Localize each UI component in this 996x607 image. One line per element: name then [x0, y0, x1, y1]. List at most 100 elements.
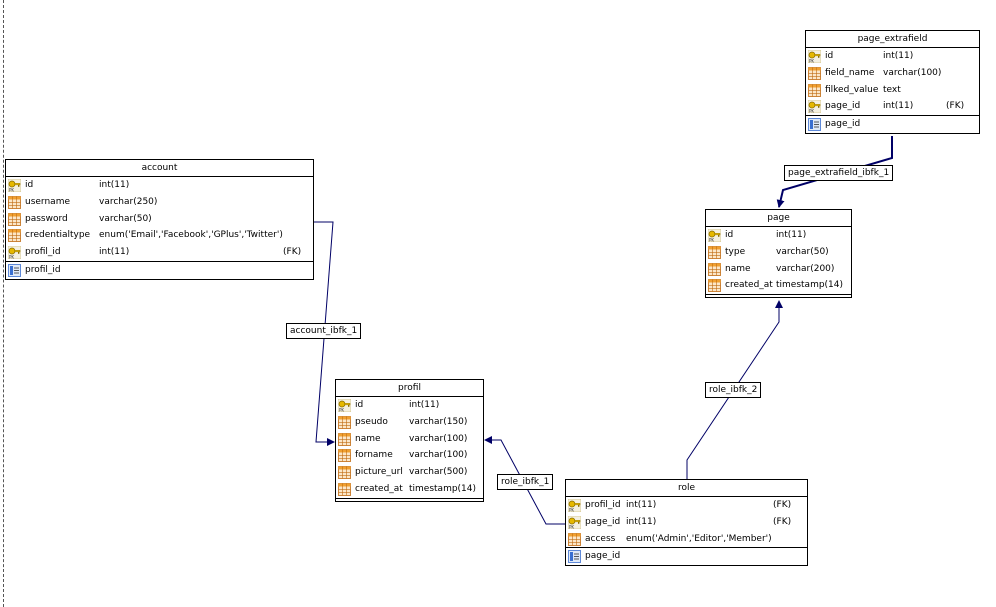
- column-row[interactable]: field_name varchar(100): [806, 65, 979, 82]
- key-icon: PK: [567, 498, 582, 513]
- column-type: int(11): [883, 51, 914, 61]
- column-type: enum('Admin','Editor','Member'): [626, 533, 772, 544]
- column-type: int(11): [409, 400, 440, 410]
- column-icon: [8, 212, 21, 226]
- column-icon: [338, 466, 351, 480]
- column-type: varchar(100): [883, 67, 942, 78]
- index-name: page_id: [825, 119, 861, 130]
- relation-label-account-ibfk-1[interactable]: account_ibfk_1: [286, 323, 362, 339]
- column-row[interactable]: username varchar(250): [6, 194, 313, 211]
- column-icon: [8, 195, 21, 209]
- column-row[interactable]: PK profil_id int(11) (FK): [566, 497, 807, 514]
- column-type: varchar(500): [409, 467, 468, 478]
- key-icon: PK: [807, 100, 822, 114]
- table-role[interactable]: role PK profil_id int(11) (FK) PK page_id int(1…: [565, 479, 808, 567]
- key-icon: PK: [337, 398, 352, 413]
- relation-label-role-ibfk-2[interactable]: role_ibfk_2: [705, 382, 762, 398]
- column-row[interactable]: type varchar(50): [706, 244, 851, 261]
- column-row[interactable]: credentialtype enum('Email','Facebook','G…: [6, 227, 313, 244]
- column-icon: [338, 449, 351, 463]
- column-name: page_id: [585, 516, 621, 527]
- column-type: varchar(50): [776, 246, 829, 257]
- column-row[interactable]: name varchar(200): [706, 261, 851, 278]
- index-list: page_id: [806, 116, 979, 133]
- column-name: field_name: [825, 67, 875, 78]
- table-page[interactable]: page PK id int(11) type varchar(50) name varcha…: [705, 209, 852, 299]
- column-row[interactable]: PK profil_id int(11) (FK): [6, 244, 313, 261]
- column-row[interactable]: access enum('Admin','Editor','Member'): [566, 531, 807, 548]
- column-type: int(11): [776, 230, 807, 240]
- column-row[interactable]: PK id int(11): [6, 177, 313, 194]
- column-row[interactable]: name varchar(100): [336, 431, 483, 448]
- column-name: id: [25, 180, 34, 190]
- column-icon: [338, 432, 351, 446]
- column-type: varchar(100): [409, 433, 468, 444]
- column-type: int(11): [99, 247, 130, 258]
- table-page-extrafield[interactable]: page_extrafield PK id int(11) field_name varc…: [805, 30, 980, 134]
- column-icon: [808, 83, 821, 97]
- column-type: enum('Email','Facebook','GPlus','Twitter…: [99, 230, 283, 241]
- column-row[interactable]: password varchar(50): [6, 211, 313, 228]
- foreign-key-flag: (FK): [773, 500, 792, 510]
- column-name: type: [725, 246, 746, 257]
- index-row[interactable]: page_id: [566, 548, 807, 565]
- index-row[interactable]: profil_id: [6, 262, 313, 279]
- index-row[interactable]: page_id: [806, 116, 979, 133]
- column-name: profil_id: [25, 247, 61, 258]
- column-icon: [808, 66, 821, 80]
- svg-text:PK: PK: [709, 238, 714, 243]
- column-list: PK id int(11) field_name varchar(100) filked_…: [806, 48, 979, 117]
- column-row[interactable]: created_at timestamp(14): [336, 481, 483, 498]
- relation-label-role-ibfk-1[interactable]: role_ibfk_1: [497, 474, 554, 490]
- foreign-key-flag: (FK): [946, 101, 965, 112]
- column-row[interactable]: PK id int(11): [336, 397, 483, 414]
- column-type: timestamp(14): [776, 280, 844, 291]
- column-row[interactable]: picture_url varchar(500): [336, 464, 483, 481]
- column-list: PK id int(11) pseudo varchar(150) name varchar…: [336, 397, 483, 499]
- column-name: username: [25, 196, 70, 207]
- table-profil[interactable]: profil PK id int(11) pseudo varchar(150) name v…: [335, 379, 484, 502]
- column-type: timestamp(14): [409, 483, 477, 494]
- column-name: name: [725, 263, 751, 274]
- column-type: varchar(150): [409, 416, 468, 427]
- key-icon: PK: [707, 228, 722, 243]
- column-type: int(11): [626, 500, 657, 510]
- relation-label-page-extrafield-ibfk-1[interactable]: page_extrafield_ibfk_1: [784, 165, 894, 181]
- column-icon: [708, 245, 721, 259]
- column-name: created_at: [355, 483, 403, 494]
- column-name: password: [25, 213, 68, 224]
- column-row[interactable]: PK id int(11): [806, 48, 979, 65]
- index-list: page_id: [566, 548, 807, 565]
- column-row[interactable]: PK page_id int(11) (FK): [806, 98, 979, 115]
- foreign-key-flag: (FK): [283, 247, 302, 258]
- svg-text:PK: PK: [569, 508, 574, 513]
- column-row[interactable]: created_at timestamp(14): [706, 277, 851, 294]
- column-name: access: [585, 533, 616, 544]
- svg-text:PK: PK: [9, 188, 14, 193]
- column-row[interactable]: forname varchar(100): [336, 447, 483, 464]
- column-name: forname: [355, 450, 393, 461]
- table-title: page_extrafield: [806, 31, 979, 48]
- column-list: PK id int(11) username varchar(250) password v…: [6, 177, 313, 262]
- key-icon: PK: [7, 178, 22, 193]
- column-row[interactable]: PK id int(11): [706, 227, 851, 244]
- column-row[interactable]: PK page_id int(11) (FK): [566, 514, 807, 531]
- column-list: PK profil_id int(11) (FK) PK page_id int(11) (F…: [566, 497, 807, 549]
- table-title: profil: [336, 380, 483, 397]
- column-name: pseudo: [355, 416, 388, 427]
- column-type: varchar(200): [776, 263, 835, 274]
- column-name: page_id: [825, 101, 861, 112]
- index-name: profil_id: [25, 264, 61, 275]
- column-row[interactable]: pseudo varchar(150): [336, 414, 483, 431]
- column-name: id: [355, 400, 364, 410]
- index-list: profil_id: [6, 262, 313, 279]
- key-icon: PK: [807, 49, 822, 64]
- table-title: account: [6, 160, 313, 177]
- table-account[interactable]: account PK id int(11) username varchar(250) pa…: [5, 159, 314, 280]
- svg-text:PK: PK: [809, 59, 814, 64]
- column-icon: [568, 532, 581, 546]
- column-name: filked_value: [825, 84, 879, 95]
- column-row[interactable]: filked_value text: [806, 82, 979, 99]
- column-type: varchar(250): [99, 196, 158, 207]
- svg-text:PK: PK: [339, 408, 344, 413]
